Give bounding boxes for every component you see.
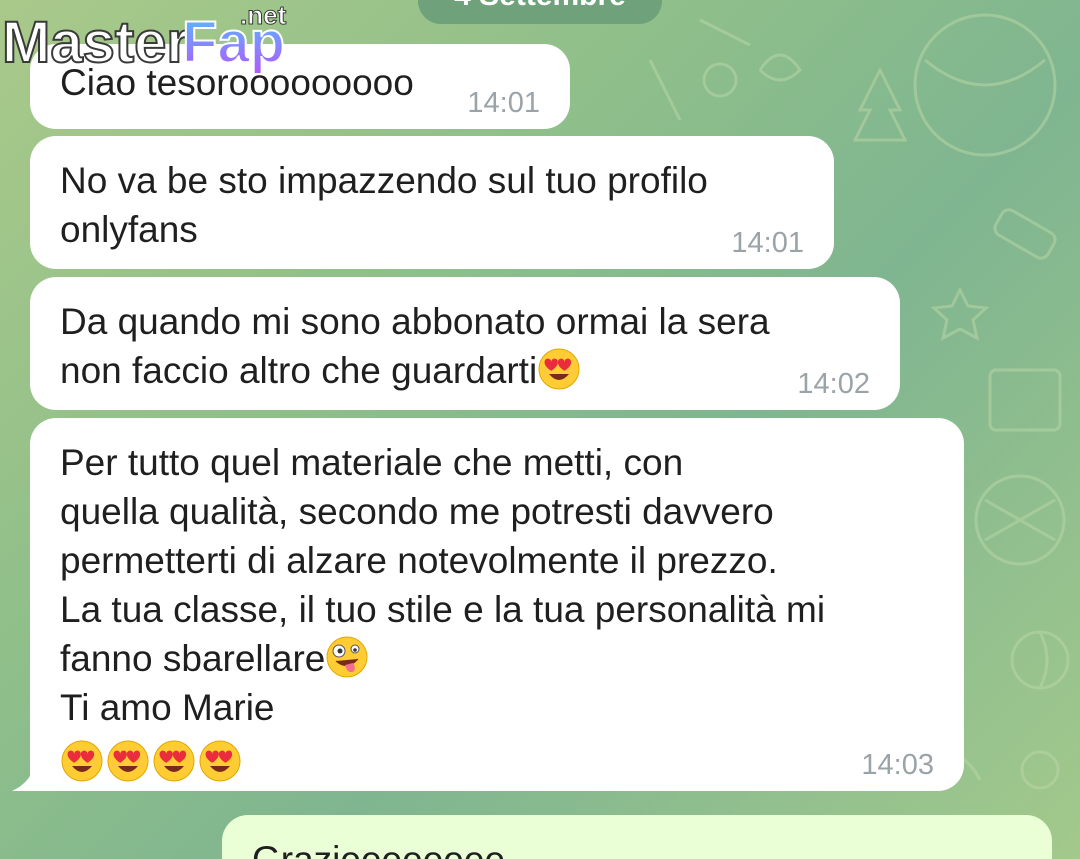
- message-text-line: Ti amo Marie: [60, 687, 275, 728]
- message-text-line: Per tutto quel materiale che metti, con: [60, 442, 684, 483]
- svg-text:Master: Master: [2, 10, 189, 75]
- message-text-line: No va be sto impazzendo sul tuo profilo: [60, 160, 708, 201]
- message-text: Grazieeeeeeee: [252, 835, 505, 859]
- heart-eyes-emoji-icon: [152, 739, 196, 783]
- message-text-line: permetterti di alzare notevolmente il pr…: [60, 540, 778, 581]
- message-bubble-outgoing[interactable]: Grazieeeeeeee: [222, 815, 1052, 859]
- message-text-line: fanno sbarellare: [60, 638, 326, 679]
- heart-eyes-emoji-icon: [60, 739, 104, 783]
- message-bubble-incoming[interactable]: Per tutto quel materiale che metti, con …: [30, 418, 964, 791]
- message-timestamp: 14:03: [861, 749, 934, 781]
- message-text-line: La tua classe, il tuo stile e la tua per…: [60, 589, 826, 630]
- message-text-line: onlyfans: [60, 209, 198, 250]
- date-chip: 4 Settembre: [418, 0, 662, 24]
- message-text-line: quella qualità, secondo me potresti davv…: [60, 491, 774, 532]
- message-text-line: non faccio altro che guardarti: [60, 350, 538, 391]
- message-timestamp: 14:02: [797, 368, 870, 400]
- heart-eyes-emoji-icon: [106, 739, 150, 783]
- message-bubble-incoming[interactable]: No va be sto impazzendo sul tuo profilo …: [30, 136, 834, 269]
- masterfap-watermark-logo: Master Fap .net: [1, 0, 287, 76]
- svg-text:.net: .net: [240, 0, 287, 30]
- heart-eyes-emoji-icon: [537, 347, 581, 391]
- message-timestamp: 14:01: [731, 227, 804, 259]
- message-text-line: Da quando mi sono abbonato ormai la sera: [60, 301, 770, 342]
- heart-eyes-emoji-icon: [198, 739, 242, 783]
- message-timestamp: 14:01: [467, 87, 540, 119]
- message-bubble-incoming[interactable]: Da quando mi sono abbonato ormai la sera…: [30, 277, 900, 410]
- zany-face-emoji-icon: [325, 635, 369, 679]
- bubble-tail: [12, 757, 52, 791]
